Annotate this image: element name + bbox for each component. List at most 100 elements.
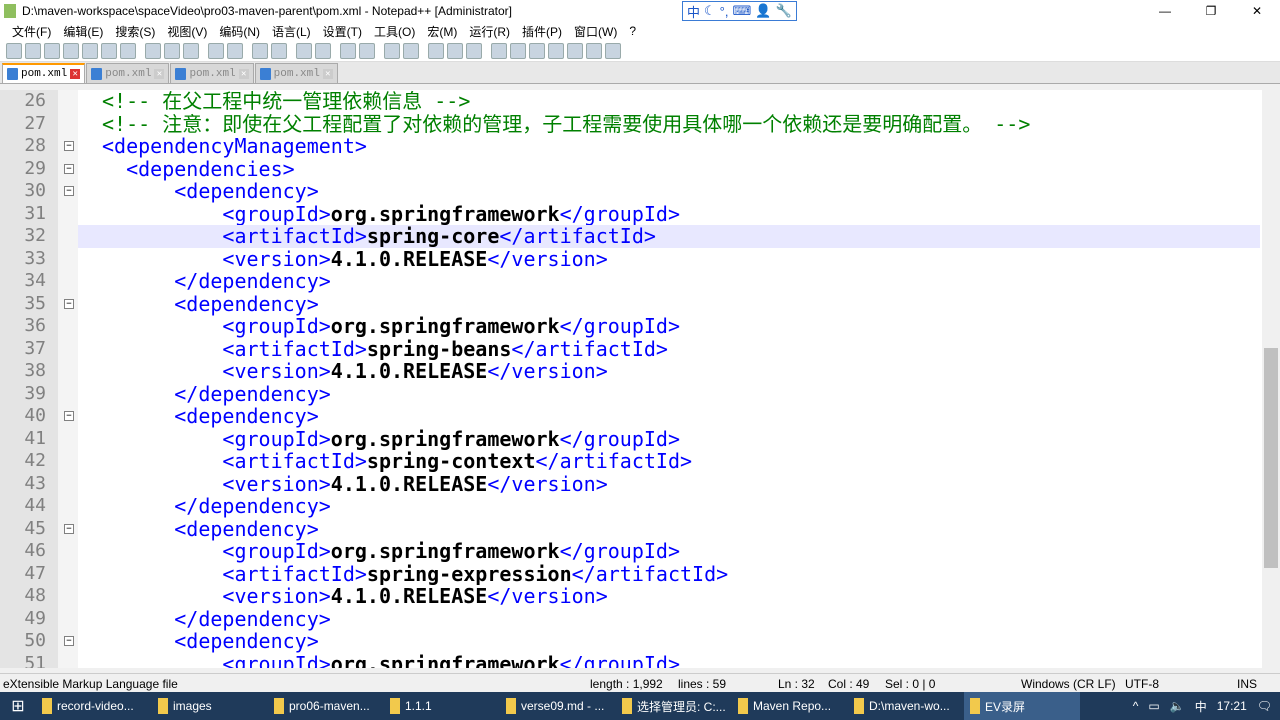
code-line[interactable]: 29 − <dependencies> (0, 157, 1260, 181)
code-line[interactable]: 44 </dependency> (0, 495, 1260, 518)
code-line[interactable]: 46 <groupId>org.springframework</groupId… (0, 540, 1260, 563)
ime-button[interactable]: 🔧 (775, 3, 791, 19)
tray-chevron-icon[interactable]: ^ (1133, 699, 1139, 713)
code-line[interactable]: 49 </dependency> (0, 607, 1260, 631)
toolbar-button-icon[interactable] (491, 42, 507, 59)
minimize-button[interactable]: — (1142, 0, 1188, 22)
toolbar-button-icon[interactable] (63, 42, 79, 59)
tab-pom-xml[interactable]: pom.xml ✕ (2, 63, 86, 83)
tab-pom-xml[interactable]: pom.xml ✕ (254, 63, 338, 83)
toolbar-button-icon[interactable] (44, 42, 60, 59)
code-line[interactable]: 27 <!-- 注意：即使在父工程配置了对依赖的管理，子工程需要使用具体哪一个依赖… (0, 112, 1260, 136)
taskbar-item[interactable]: 1.1.1 (384, 692, 500, 720)
fold-toggle-icon[interactable]: − (64, 163, 74, 174)
code-line[interactable]: 48 <version>4.1.0.RELEASE</version> (0, 585, 1260, 608)
fold-toggle-icon[interactable]: − (64, 186, 74, 196)
toolbar-button-icon[interactable] (208, 42, 224, 59)
start-button[interactable]: ⊞ (0, 696, 36, 716)
code-line[interactable]: 35 − <dependency> (0, 292, 1260, 316)
taskbar-item[interactable]: 选择管理员: C:... (616, 692, 732, 720)
menu-item[interactable]: 宏(M) (421, 23, 463, 40)
toolbar-button-icon[interactable] (25, 42, 41, 59)
tab-pom-xml[interactable]: pom.xml ✕ (170, 63, 254, 83)
toolbar-button-icon[interactable] (586, 42, 602, 59)
toolbar-button-icon[interactable] (120, 42, 136, 59)
toolbar-button-icon[interactable] (403, 42, 419, 59)
editor[interactable]: 26 <!-- 在父工程中统一管理依赖信息 --> 27 <!-- 注意：即使在父工程… (0, 90, 1280, 668)
toolbar-button-icon[interactable] (384, 42, 400, 59)
code-line[interactable]: 50 − <dependency> (0, 630, 1260, 653)
toolbar-button-icon[interactable] (315, 42, 331, 59)
code-line[interactable]: 41 <groupId>org.springframework</groupId… (0, 427, 1260, 451)
toolbar-button-icon[interactable] (6, 42, 22, 59)
taskbar-item[interactable]: pro06-maven... (268, 692, 384, 720)
code-line[interactable]: 34 </dependency> (0, 270, 1260, 293)
taskbar-item[interactable]: D:\maven-wo... (848, 692, 964, 720)
toolbar-button-icon[interactable] (529, 42, 545, 59)
code-line[interactable]: 45 − <dependency> (0, 517, 1260, 541)
fold-toggle-icon[interactable]: − (64, 298, 74, 309)
code-line[interactable]: 32 <artifactId>spring-core</artifactId> (0, 225, 1260, 248)
code-line[interactable]: 40 − <dependency> (0, 405, 1260, 428)
vertical-scrollbar[interactable] (1262, 90, 1280, 668)
toolbar-button-icon[interactable] (271, 42, 287, 59)
toolbar-button-icon[interactable] (548, 42, 564, 59)
code-line[interactable]: 26 <!-- 在父工程中统一管理依赖信息 --> (0, 90, 1260, 113)
toolbar-button-icon[interactable] (82, 42, 98, 59)
toolbar-button-icon[interactable] (466, 42, 482, 59)
ime-button[interactable]: ⌨ (732, 3, 751, 19)
notification-icon[interactable]: 🗨 (1257, 699, 1272, 713)
ime-button[interactable]: ☾ (704, 3, 716, 19)
clock[interactable]: 17:21 (1217, 699, 1247, 713)
code-line[interactable]: 31 <groupId>org.springframework</groupId… (0, 202, 1260, 226)
toolbar-button-icon[interactable] (447, 42, 463, 59)
code-line[interactable]: 39 </dependency> (0, 382, 1260, 406)
toolbar-button-icon[interactable] (296, 42, 312, 59)
toolbar-button-icon[interactable] (252, 42, 268, 59)
toolbar-button-icon[interactable] (605, 42, 621, 59)
maximize-button[interactable]: ❐ (1188, 0, 1234, 22)
taskbar-item[interactable]: EV录屏 (964, 692, 1080, 720)
menu-item[interactable]: 窗口(W) (568, 23, 623, 40)
tab-close-icon[interactable]: ✕ (322, 68, 333, 79)
toolbar-button-icon[interactable] (428, 42, 444, 59)
toolbar-button-icon[interactable] (567, 42, 583, 59)
menu-item[interactable]: 工具(O) (368, 23, 421, 40)
code-line[interactable]: 42 <artifactId>spring-context</artifactI… (0, 450, 1260, 473)
toolbar-button-icon[interactable] (145, 42, 161, 59)
tab-pom-xml[interactable]: pom.xml ✕ (86, 63, 170, 83)
taskbar-item[interactable]: images (152, 692, 268, 720)
ime-toolbar[interactable]: 中 ☾ °, ⌨ 👤 🔧 (682, 1, 797, 21)
toolbar-button-icon[interactable] (359, 42, 375, 59)
toolbar-button-icon[interactable] (340, 42, 356, 59)
code-line[interactable]: 28 − <dependencyManagement> (0, 135, 1260, 158)
menu-item[interactable]: 运行(R) (463, 23, 516, 40)
toolbar-button-icon[interactable] (101, 42, 117, 59)
tab-close-icon[interactable]: ✕ (238, 68, 249, 79)
ime-button[interactable]: 中 (687, 2, 700, 21)
tab-close-icon[interactable]: ✕ (70, 69, 81, 79)
menu-item[interactable]: 视图(V) (161, 23, 213, 40)
close-button[interactable]: ✕ (1234, 0, 1280, 22)
code-line[interactable]: 36 <groupId>org.springframework</groupId… (0, 315, 1260, 338)
menu-item[interactable]: ? (623, 24, 642, 38)
menu-item[interactable]: 插件(P) (516, 23, 568, 40)
menu-item[interactable]: 语言(L) (266, 23, 317, 40)
fold-toggle-icon[interactable]: − (64, 411, 74, 421)
taskbar-item[interactable]: record-video... (36, 692, 152, 720)
volume-icon[interactable]: 🔈 (1170, 699, 1185, 713)
toolbar-button-icon[interactable] (164, 42, 180, 59)
code-line[interactable]: 33 <version>4.1.0.RELEASE</version> (0, 247, 1260, 271)
menu-item[interactable]: 搜索(S) (109, 23, 161, 40)
code-line[interactable]: 43 <version>4.1.0.RELEASE</version> (0, 472, 1260, 496)
toolbar-button-icon[interactable] (227, 42, 243, 59)
taskbar-item[interactable]: verse09.md - ... (500, 692, 616, 720)
ime-button[interactable]: 👤 (755, 3, 771, 19)
code-line[interactable]: 30 − <dependency> (0, 180, 1260, 203)
fold-toggle-icon[interactable]: − (64, 523, 74, 534)
tray-ime[interactable]: 中 (1195, 698, 1207, 715)
ime-button[interactable]: °, (720, 4, 729, 19)
code-line[interactable]: 37 <artifactId>spring-beans</artifactId> (0, 337, 1260, 361)
code-line[interactable]: 51 <groupId>org.springframework</groupId… (0, 652, 1260, 668)
menu-item[interactable]: 编辑(E) (57, 23, 109, 40)
